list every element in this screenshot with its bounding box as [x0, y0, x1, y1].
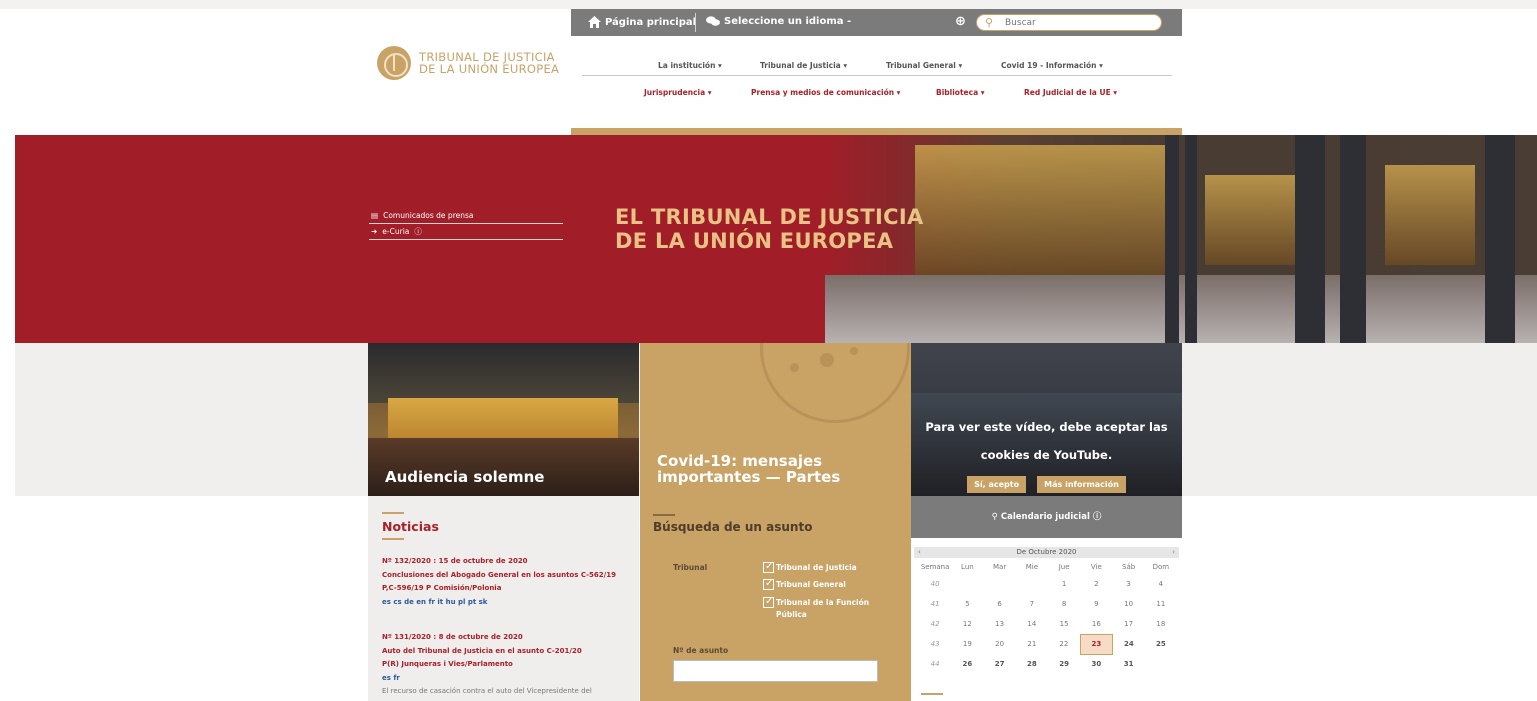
calendar-week-row: 43 19 20 21 22 23 24 25 — [919, 633, 1177, 655]
checkbox-tribunal-general[interactable]: Tribunal General — [763, 578, 846, 591]
hero-links: ▤ Comunicados de prensa ➜ e-Curia ⓘ — [369, 208, 563, 240]
calendar-title: Calendario judicial — [1000, 512, 1090, 522]
checkbox-icon — [763, 596, 774, 608]
accept-button[interactable]: Sí, acepto — [967, 476, 1027, 493]
login-icon: ➜ — [371, 227, 378, 236]
checkbox-icon — [763, 561, 774, 573]
hero-title-line1: EL TRIBUNAL DE JUSTICIA — [615, 205, 924, 229]
tile-audiencia-title: Audiencia solemne — [385, 468, 545, 486]
page: TRIBUNAL DE JUSTICIA DE LA UNIÓN EUROPEA… — [0, 0, 1537, 701]
checkbox-tribunal-justicia[interactable]: Tribunal de Justicia — [763, 561, 857, 574]
help-icon[interactable]: ⓘ — [1093, 512, 1102, 522]
calendar-today[interactable]: 23 — [1079, 633, 1114, 655]
youtube-buttons: Sí, acepto Más información — [911, 472, 1182, 493]
document-icon: ▤ — [371, 211, 379, 220]
nav-red-judicial[interactable]: Red Judicial de la UE ▾ — [1024, 88, 1117, 97]
calendar-header[interactable]: ⚲ Calendario judicial ⓘ — [911, 496, 1182, 538]
language-label: Seleccione un idioma - — [724, 16, 852, 27]
ecuria-label: e-Curia — [382, 227, 410, 236]
calendar-week-row: 42 12 13 14 15 16 17 18 — [930, 619, 1166, 628]
court-logo[interactable]: TRIBUNAL DE JUSTICIA DE LA UNIÓN EUROPEA — [377, 46, 559, 80]
logo-text: TRIBUNAL DE JUSTICIA DE LA UNIÓN EUROPEA — [419, 51, 559, 75]
language-selector[interactable]: Seleccione un idioma - — [706, 16, 851, 27]
checkbox-funcion-publica[interactable]: Tribunal de la FunciónPública — [763, 596, 869, 621]
search-icon: ⚲ — [991, 512, 998, 522]
utility-bar: Página principal Seleccione un idioma - … — [571, 9, 1182, 36]
case-number-input[interactable] — [673, 660, 878, 682]
nav-tribunal-general[interactable]: Tribunal General ▾ — [886, 61, 962, 70]
primary-nav: La institución ▾ Tribunal de Justicia ▾ … — [582, 59, 1172, 76]
calendar-section: ⚲ Calendario judicial ⓘ ‹ De Octubre 202… — [911, 496, 1182, 701]
top-strip — [0, 0, 1537, 9]
hero-banner: ▤ Comunicados de prensa ➜ e-Curia ⓘ EL T… — [15, 135, 1537, 343]
calendar-grid: Semana Lun Mar Mie Jue Vie Sáb Dom 40 1 — [919, 560, 1177, 674]
nav-covid[interactable]: Covid 19 - Información ▾ — [1001, 61, 1103, 70]
case-search-title: Búsqueda de un asunto — [653, 520, 813, 534]
news-item: Nº 132/2020 : 15 de octubre de 2020 Conc… — [382, 557, 616, 606]
press-releases-label: Comunicados de prensa — [383, 211, 474, 220]
youtube-consent-text: Para ver este vídeo, debe aceptar las co… — [925, 420, 1168, 462]
seal-icon — [377, 46, 411, 80]
calendar-header-row: Semana Lun Mar Mie Jue Vie Sáb Dom — [920, 563, 1170, 571]
nav-institucion[interactable]: La institución ▾ — [658, 61, 722, 70]
zoom-icon[interactable]: ⊕ — [955, 14, 966, 29]
tile-youtube: Para ver este vídeo, debe aceptar las co… — [911, 343, 1182, 496]
nav-tribunal-justicia[interactable]: Tribunal de Justicia ▾ — [760, 61, 847, 70]
tile-audiencia[interactable]: Audiencia solemne — [368, 343, 639, 496]
nav-jurisprudencia[interactable]: Jurisprudencia ▾ — [644, 88, 712, 97]
news-item: Nº 131/2020 : 8 de octubre de 2020 Auto … — [382, 633, 592, 696]
chat-bubbles-icon — [706, 16, 720, 26]
chevron-left-icon[interactable]: ‹ — [918, 547, 921, 558]
hero-title: EL TRIBUNAL DE JUSTICIA DE LA UNIÓN EURO… — [615, 205, 924, 253]
nav-prensa[interactable]: Prensa y medios de comunicación ▾ — [751, 88, 900, 97]
divider — [695, 13, 696, 32]
gold-accent-bar — [571, 128, 1182, 135]
logo-line2: DE LA UNIÓN EUROPEA — [419, 62, 560, 76]
calendar-week-row: 44 26 27 28 29 30 31 — [930, 660, 1134, 669]
chevron-right-icon[interactable]: › — [1172, 547, 1175, 558]
help-icon[interactable]: ⓘ — [414, 226, 422, 237]
search-box: ⚲ — [976, 14, 1162, 31]
calendar-month-bar: ‹ De Octubre 2020 › — [914, 547, 1179, 558]
nav-biblioteca[interactable]: Biblioteca ▾ — [936, 88, 985, 97]
search-input[interactable] — [1005, 16, 1155, 29]
case-search-section: Búsqueda de un asunto Tribunal Tribunal … — [640, 496, 911, 701]
case-number-label: Nº de asunto — [673, 646, 729, 655]
virus-icon — [760, 343, 910, 423]
news-section: Noticias Nº 132/2020 : 15 de octubre de … — [368, 496, 639, 701]
home-label: Página principal — [605, 16, 697, 28]
court-label: Tribunal — [673, 563, 708, 572]
calendar-month: De Octubre 2020 — [1016, 548, 1077, 556]
hero-title-line2: DE LA UNIÓN EUROPEA — [615, 229, 894, 253]
calendar-week-row: 40 1 2 3 4 — [930, 580, 1164, 588]
checkbox-icon — [763, 578, 774, 590]
news-title: Noticias — [382, 519, 439, 534]
tile-covid[interactable]: Covid-19: mensajes importantes — Partes — [640, 343, 911, 496]
home-link[interactable]: Página principal — [588, 16, 696, 28]
tile-covid-title: Covid-19: mensajes importantes — Partes — [657, 452, 841, 486]
home-icon — [588, 16, 601, 28]
secondary-nav: Jurisprudencia ▾ Prensa y medios de comu… — [582, 88, 1172, 102]
calendar-week-row: 41 5 6 7 8 9 10 11 — [930, 600, 1166, 608]
search-icon: ⚲ — [985, 16, 994, 29]
press-releases-link[interactable]: ▤ Comunicados de prensa — [369, 208, 563, 224]
building-photo — [825, 135, 1537, 343]
ecuria-link[interactable]: ➜ e-Curia ⓘ — [369, 224, 563, 240]
more-info-button[interactable]: Más información — [1037, 476, 1126, 493]
